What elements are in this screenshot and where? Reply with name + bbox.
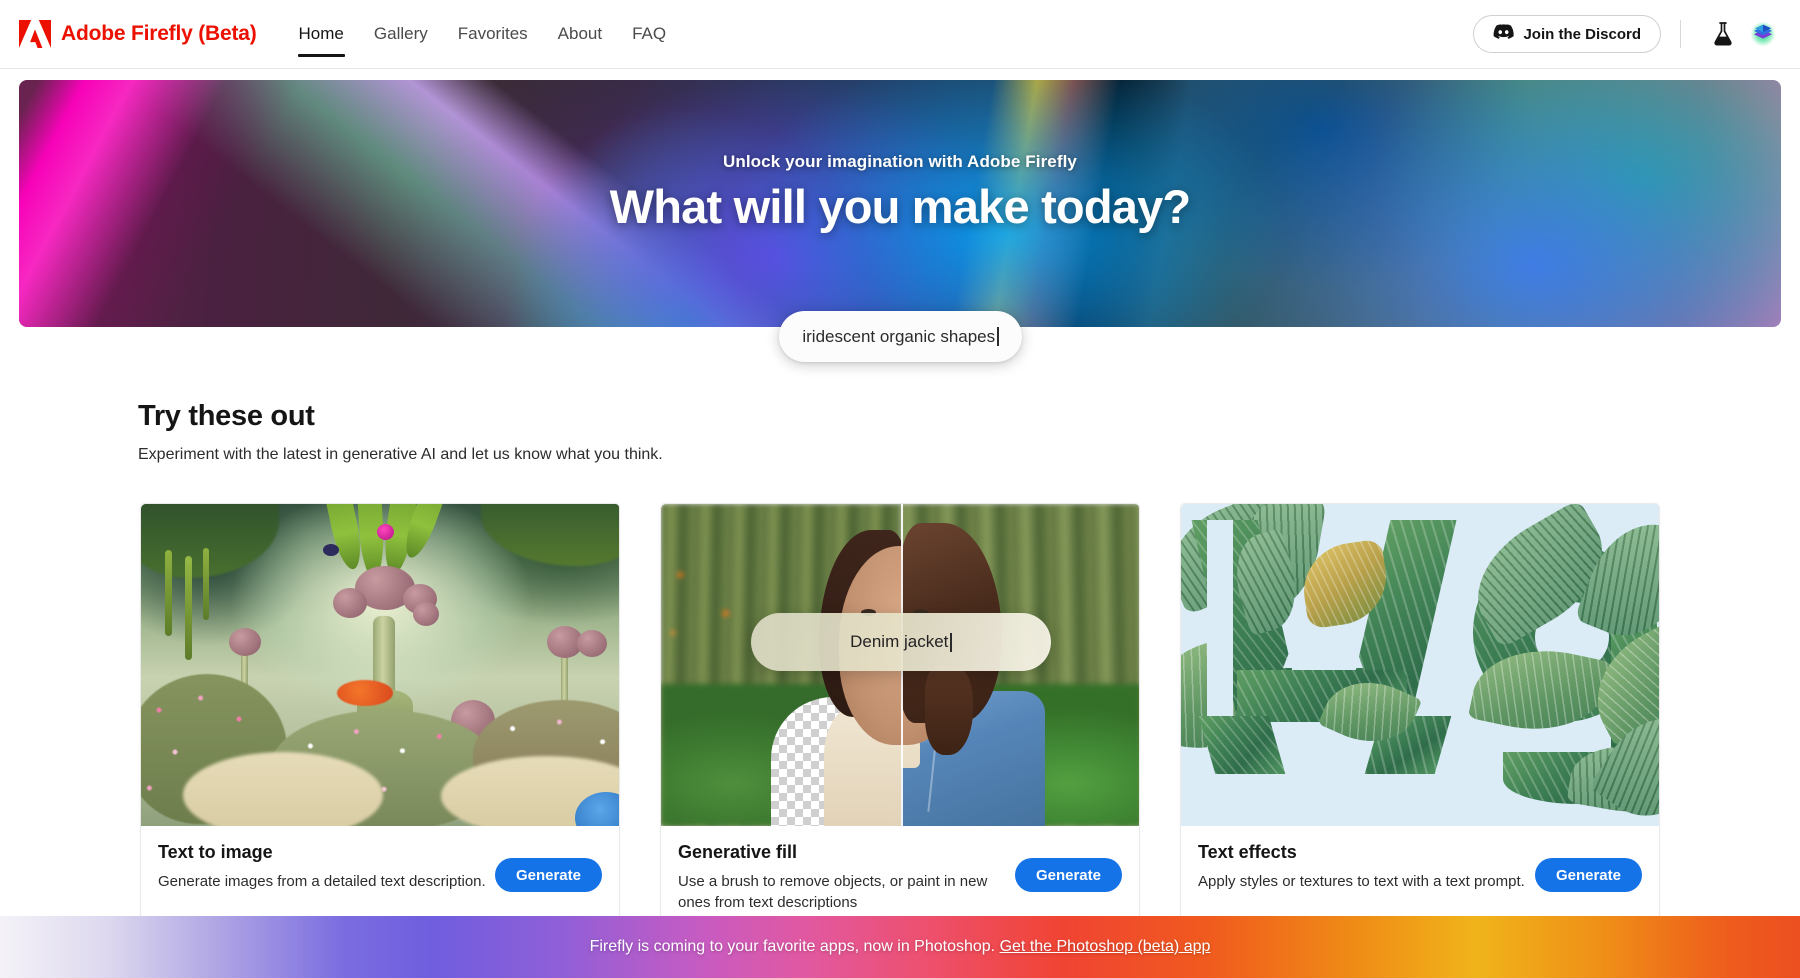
- generate-button-text-effects[interactable]: Generate: [1534, 858, 1642, 892]
- feature-card-text-effects[interactable]: Text effects Apply styles or textures to…: [1180, 503, 1660, 935]
- feature-card-list: Text to image Generate images from a det…: [140, 503, 1660, 935]
- nav-item-favorites[interactable]: Favorites: [443, 0, 543, 69]
- card-media-fantasy-garden: [141, 504, 619, 826]
- generative-fill-prompt-pill[interactable]: Denim jacket: [751, 613, 1051, 672]
- section-title: Try these out: [138, 400, 315, 432]
- hero-kicker: Unlock your imagination with Adobe Firef…: [723, 152, 1077, 171]
- get-photoshop-beta-link[interactable]: Get the Photoshop (beta) app: [1000, 938, 1211, 956]
- adobe-a-logo-icon: [18, 19, 52, 49]
- text-caret: [997, 327, 999, 346]
- nav-item-faq[interactable]: FAQ: [617, 0, 681, 69]
- header-actions: Join the Discord: [1473, 15, 1780, 53]
- nav-item-about[interactable]: About: [543, 0, 617, 69]
- try-these-out-section: Try these out Experiment with the latest…: [138, 400, 1678, 464]
- adobe-cloud-stack-icon[interactable]: [1746, 17, 1780, 51]
- photoshop-promo-banner: Firefly is coming to your favorite apps,…: [0, 916, 1800, 978]
- hero-prompt-input[interactable]: iridescent organic shapes: [779, 311, 1022, 362]
- join-discord-label: Join the Discord: [1523, 25, 1641, 43]
- hero-banner: Unlock your imagination with Adobe Firef…: [19, 80, 1781, 327]
- card-body-text-effects: Text effects Apply styles or textures to…: [1181, 826, 1659, 918]
- header-divider: [1680, 20, 1681, 48]
- card-media-text-effects: [1181, 504, 1659, 826]
- leaf-letters-illustration: [1181, 504, 1659, 826]
- nav-item-home[interactable]: Home: [284, 0, 359, 69]
- section-subtitle: Experiment with the latest in generative…: [138, 446, 663, 463]
- hero-copy: Unlock your imagination with Adobe Firef…: [19, 80, 1781, 327]
- promo-text: Firefly is coming to your favorite apps,…: [589, 938, 996, 955]
- card-media-generative-fill: Denim jacket: [661, 504, 1139, 826]
- nav-item-gallery[interactable]: Gallery: [359, 0, 443, 69]
- portrait-split-illustration: Denim jacket: [661, 504, 1139, 826]
- subject-hair-strand: [925, 665, 973, 756]
- letter-A: [1191, 520, 1457, 810]
- feature-card-text-to-image[interactable]: Text to image Generate images from a det…: [140, 503, 620, 935]
- generate-button-text-to-image[interactable]: Generate: [494, 858, 602, 892]
- card-description: Use a brush to remove objects, or paint …: [678, 873, 988, 911]
- discord-icon: [1493, 23, 1515, 45]
- main-nav: Home Gallery Favorites About FAQ: [284, 0, 682, 69]
- generate-button-generative-fill[interactable]: Generate: [1014, 858, 1122, 892]
- card-body-text-to-image: Text to image Generate images from a det…: [141, 826, 619, 918]
- feature-card-generative-fill[interactable]: Denim jacket Generative fill Use a brush…: [660, 503, 1140, 935]
- card-description: Apply styles or textures to text with a …: [1198, 873, 1525, 890]
- brand[interactable]: Adobe Firefly (Beta): [18, 0, 257, 69]
- fantasy-garden-illustration: [141, 504, 619, 826]
- flask-icon[interactable]: [1706, 17, 1740, 51]
- join-discord-button[interactable]: Join the Discord: [1473, 15, 1661, 53]
- generative-fill-prompt-value: Denim jacket: [850, 632, 949, 652]
- card-description: Generate images from a detailed text des…: [158, 873, 486, 890]
- app-header: Adobe Firefly (Beta) Home Gallery Favori…: [0, 0, 1800, 69]
- hero-prompt-value: iridescent organic shapes: [802, 326, 996, 346]
- brand-name: Adobe Firefly (Beta): [61, 22, 257, 45]
- hero-title: What will you make today?: [609, 180, 1191, 233]
- text-caret: [950, 632, 952, 652]
